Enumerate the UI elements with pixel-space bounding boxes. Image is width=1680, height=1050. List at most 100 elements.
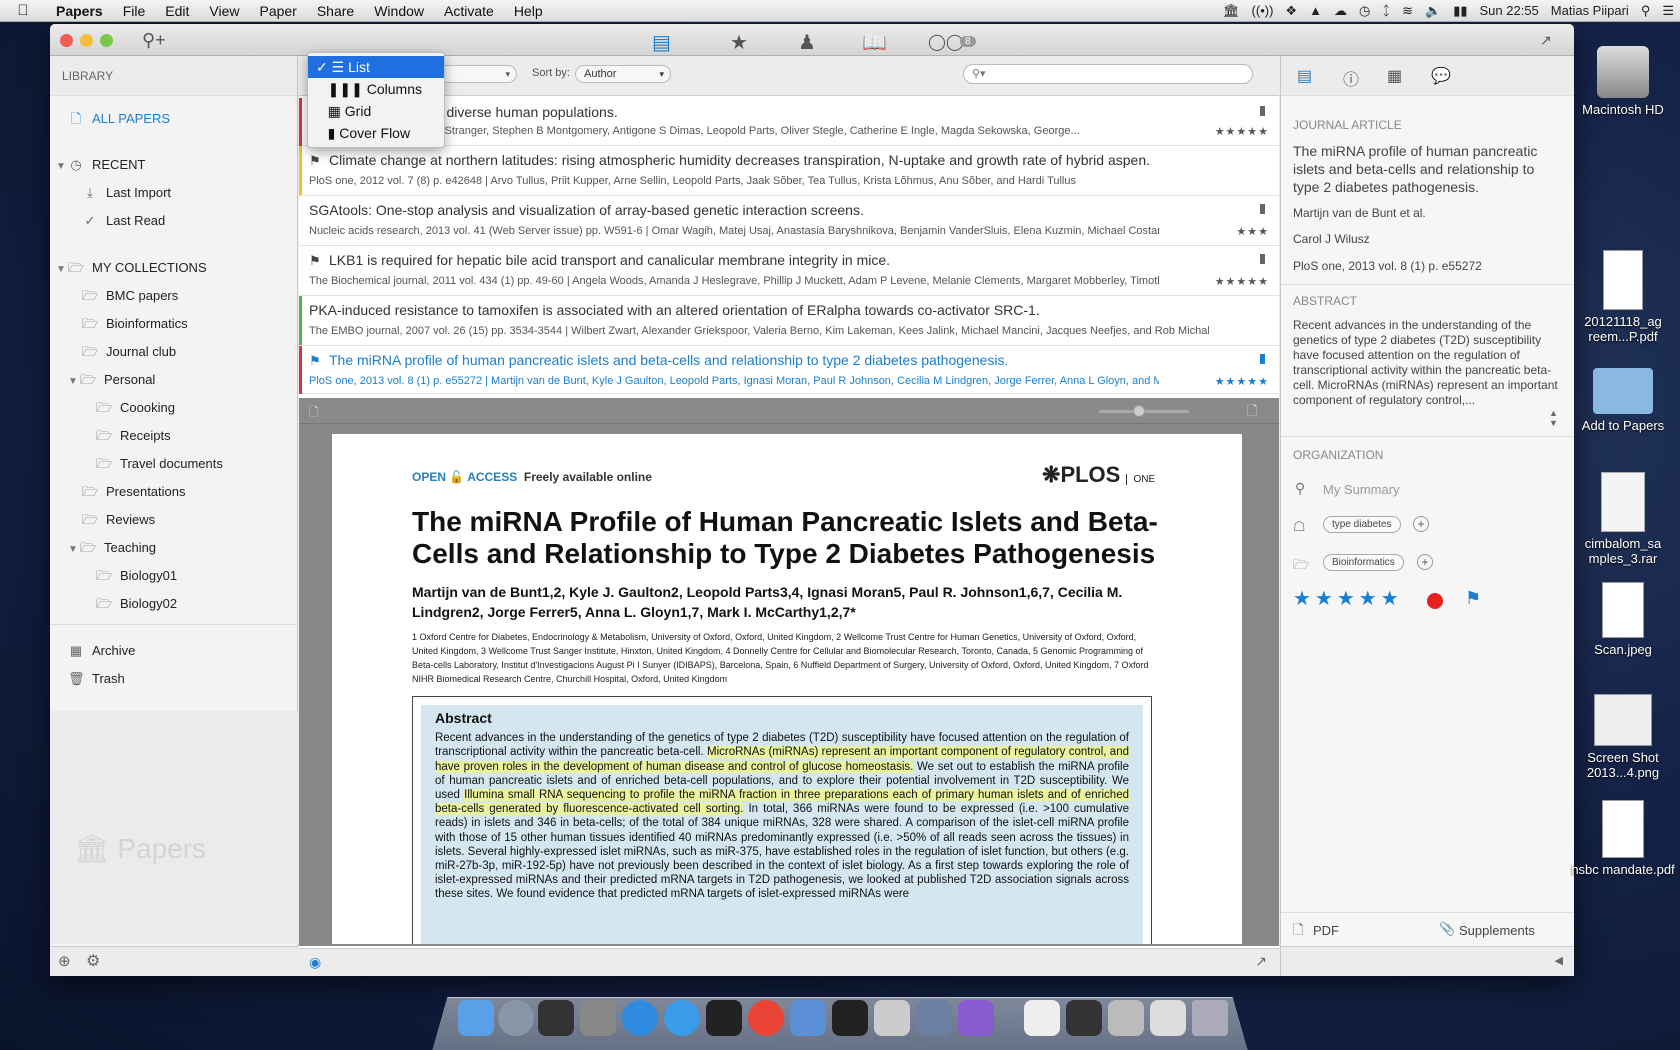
menu-app[interactable]: Papers: [46, 3, 113, 19]
sort-select[interactable]: Author ▾: [575, 65, 671, 83]
utility-app-icon[interactable]: [958, 1000, 994, 1036]
menu-edit[interactable]: Edit: [155, 3, 199, 19]
supplements-button[interactable]: Supplements: [1459, 923, 1535, 938]
airdrop-icon[interactable]: ((•)): [1246, 3, 1280, 18]
apple-menu-icon[interactable]: : [0, 2, 46, 19]
window-minimized-icon[interactable]: [1150, 1000, 1186, 1036]
xcode-icon[interactable]: [790, 1000, 826, 1036]
menu-share[interactable]: Share: [307, 3, 364, 19]
sidebar-item-my-collections[interactable]: ▼ 🗁 MY COLLECTIONS: [56, 255, 207, 281]
library-app-icon[interactable]: [916, 1000, 952, 1036]
expand-stepper-icon[interactable]: ▲ ▼: [1549, 408, 1558, 428]
sidebar-item-collection[interactable]: ▼ 🗁 Personal: [68, 367, 155, 393]
inspector-rating-stars[interactable]: ★★★★★: [1293, 586, 1403, 611]
user-name[interactable]: Matias Piipari: [1545, 3, 1635, 18]
tag-chip[interactable]: type diabetes: [1323, 516, 1401, 533]
flag-icon[interactable]: ⚑: [309, 253, 321, 269]
close-button[interactable]: [60, 34, 73, 47]
rating-stars[interactable]: ★★★★★: [1215, 275, 1269, 288]
gear-icon[interactable]: ⚙: [86, 951, 100, 971]
rating-stars[interactable]: ★★★★★: [1215, 375, 1269, 388]
info-card-icon[interactable]: ▤: [1297, 66, 1312, 86]
disclosure-triangle-icon[interactable]: ▼: [68, 537, 80, 563]
zoom-slider[interactable]: [1099, 405, 1189, 417]
desktop-item-macintosh-hd[interactable]: Macintosh HD: [1568, 46, 1678, 117]
add-collection-icon[interactable]: +: [1417, 554, 1433, 570]
sidebar-item-last-read[interactable]: ✓ Last Read: [82, 208, 166, 234]
terminal-icon[interactable]: [706, 1000, 742, 1036]
flag-icon[interactable]: ⚑: [1465, 588, 1481, 609]
sidebar-item-collection[interactable]: 🗁 BMC papers: [82, 283, 178, 309]
menu-paper[interactable]: Paper: [249, 3, 306, 19]
chrome-icon[interactable]: [748, 1000, 784, 1036]
paper-row[interactable]: PKA-induced resistance to tamoxifen is a…: [299, 296, 1279, 346]
documents-stack-icon[interactable]: [1024, 1000, 1060, 1036]
paper-row[interactable]: ⚑ LKB1 is required for hepatic bile acid…: [299, 246, 1279, 296]
time-machine-icon[interactable]: ◷: [1353, 3, 1376, 19]
summary-field[interactable]: My Summary: [1323, 482, 1400, 497]
itunes-icon[interactable]: [664, 1000, 700, 1036]
console-icon[interactable]: [832, 1000, 868, 1036]
desktop-item-rar[interactable]: cimbalom_sa mples_3.rar: [1568, 472, 1678, 566]
page-large-icon[interactable]: 🗋: [1247, 402, 1257, 424]
menu-help[interactable]: Help: [504, 3, 553, 19]
finder-icon[interactable]: [458, 1000, 494, 1036]
comments-icon[interactable]: 💬: [1431, 66, 1451, 86]
papers-app-icon[interactable]: [538, 1000, 574, 1036]
sidebar-item-collection[interactable]: 🗁 Journal club: [82, 339, 176, 365]
rating-stars[interactable]: ★★★★★: [1215, 125, 1269, 138]
trash-icon[interactable]: [1192, 1000, 1228, 1036]
disclosure-triangle-icon[interactable]: ▼: [56, 154, 68, 180]
star-icon[interactable]: ★: [730, 30, 748, 55]
paper-row[interactable]: ⚑ Climate change at northern latitudes: …: [299, 146, 1279, 196]
sidebar-item-collection[interactable]: 🗁 Biology01: [96, 563, 177, 589]
desktop-item-hsbc[interactable]: hsbc mandate.pdf: [1568, 800, 1678, 877]
menu-window[interactable]: Window: [364, 3, 434, 19]
sidebar-item-collection[interactable]: 🗁 Bioinformatics: [82, 311, 188, 337]
inspector-abstract[interactable]: Recent advances in the understanding of …: [1293, 318, 1565, 408]
paper-row[interactable]: SGAtools: One-stop analysis and visualiz…: [299, 196, 1279, 246]
inspector-title[interactable]: The miRNA profile of human pancreatic is…: [1293, 142, 1563, 196]
launchpad-icon[interactable]: [498, 1000, 534, 1036]
view-option-columns[interactable]: ❚❚❚ Columns: [308, 78, 444, 100]
paper-row[interactable]: ulatory variation in diverse human popul…: [299, 98, 1279, 147]
zoom-button[interactable]: [100, 34, 113, 47]
info-icon[interactable]: ⓘ: [1343, 66, 1359, 90]
pdf-button[interactable]: PDF: [1313, 923, 1339, 938]
inspector-authors[interactable]: Martijn van de Bunt et al.: [1293, 206, 1426, 220]
view-option-list[interactable]: ✓ ☰ List: [308, 56, 444, 78]
flag-icon[interactable]: ⚑: [309, 353, 321, 369]
sidebar-item-last-import[interactable]: ⤓ Last Import: [82, 180, 171, 206]
eye-icon[interactable]: ◉: [309, 954, 321, 971]
sidebar-item-collection[interactable]: 🗁 Presentations: [82, 479, 186, 505]
search-add-icon[interactable]: ⚲+: [142, 30, 166, 51]
adobe-icon[interactable]: ▲: [1303, 3, 1328, 18]
inspector-editor[interactable]: Carol J Wilusz: [1293, 232, 1370, 246]
desktop-item-screenshot[interactable]: Screen Shot 2013...4.png: [1568, 694, 1678, 780]
disclosure-triangle-icon[interactable]: ▼: [56, 257, 68, 283]
collection-chip[interactable]: Bioinformatics: [1323, 554, 1404, 571]
view-option-cover-flow[interactable]: ▮ Cover Flow: [308, 122, 444, 144]
bluetooth-icon[interactable]: ᛨ: [1376, 3, 1396, 18]
sidebar-item-collection[interactable]: 🗁 Travel documents: [96, 451, 223, 477]
reading-glasses-icon[interactable]: ◯◯: [928, 32, 964, 52]
notification-center-icon[interactable]: ☰: [1656, 3, 1680, 19]
cloud-icon[interactable]: ☁: [1328, 3, 1353, 19]
battery-icon[interactable]: ▮▮: [1447, 3, 1473, 19]
app-store-icon[interactable]: [622, 1000, 658, 1036]
sidebar-item-recent[interactable]: ▼ ◷ RECENT: [56, 152, 145, 178]
calendar-icon[interactable]: ▦: [1387, 66, 1402, 86]
desktop-item-scan[interactable]: Scan.jpeg: [1568, 582, 1678, 657]
wifi-icon[interactable]: ≋: [1396, 3, 1419, 19]
add-icon[interactable]: ⊕: [58, 952, 71, 970]
menu-view[interactable]: View: [199, 3, 249, 19]
red-color-label-icon[interactable]: [1427, 593, 1443, 609]
database-icon[interactable]: [874, 1000, 910, 1036]
disclosure-triangle-icon[interactable]: ▼: [68, 369, 80, 395]
flag-icon[interactable]: ⚑: [309, 153, 321, 169]
book-icon[interactable]: 📖: [862, 30, 887, 55]
view-option-grid[interactable]: ▦ Grid: [308, 100, 444, 122]
pdf-viewer[interactable]: 🗋 🗋 OPEN 🔓 ACCESS Freely available onlin…: [299, 398, 1279, 946]
bank-icon[interactable]: 🏛: [1217, 3, 1246, 19]
sidebar-item-all-papers[interactable]: 🗋 ALL PAPERS: [68, 106, 170, 132]
